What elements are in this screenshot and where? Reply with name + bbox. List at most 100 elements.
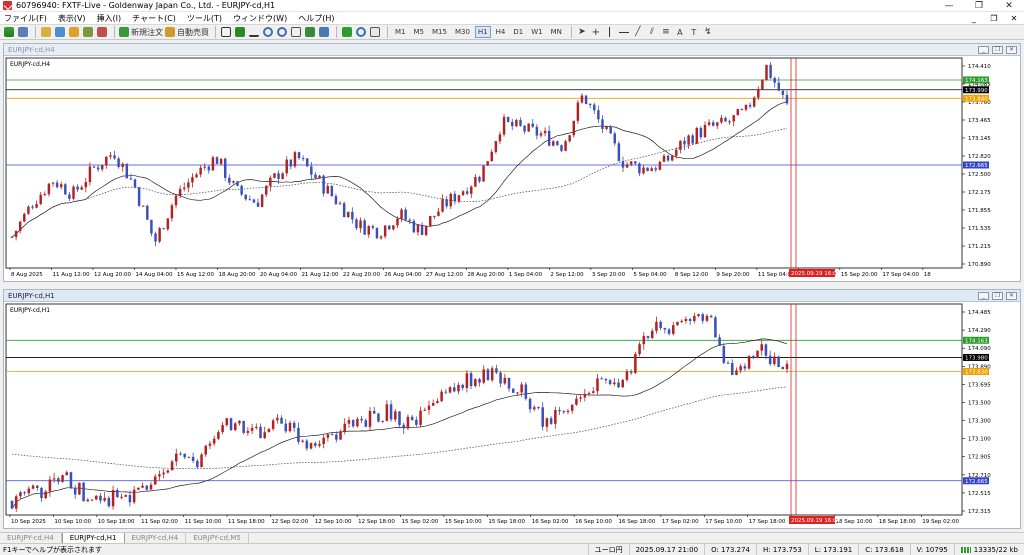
auto-trading-button[interactable]: 自動売買: [165, 26, 209, 38]
text-tool-button[interactable]: A: [674, 26, 686, 38]
timeframe-h4[interactable]: H4: [493, 26, 509, 38]
candle-body: [187, 456, 191, 458]
menu-file[interactable]: ファイル(F): [4, 13, 47, 24]
x-tick-label: 1 Sep 04:00: [509, 272, 543, 278]
candle-body: [267, 428, 271, 433]
chart-tab-active[interactable]: EURJPY-cd,H1: [61, 533, 125, 543]
candle-body: [444, 391, 448, 393]
candle-body: [769, 64, 772, 78]
timeframe-m1[interactable]: M1: [392, 26, 409, 38]
candle-body: [777, 82, 781, 91]
candle-body: [128, 495, 132, 503]
close-button[interactable]: ✕: [994, 0, 1024, 12]
candle-body: [735, 370, 738, 375]
candle-body: [516, 392, 519, 394]
window-controls: — ❐ ✕: [934, 0, 1024, 12]
profiles-button[interactable]: [17, 26, 29, 38]
menu-tools[interactable]: ツール(T): [187, 13, 222, 24]
horizontal-line-tool-button[interactable]: [618, 26, 630, 38]
arrows-tool-button[interactable]: ↯: [702, 26, 714, 38]
y-tick-label: 174.290: [968, 328, 991, 334]
menu-chart[interactable]: チャート(C): [132, 13, 176, 24]
fibonacci-tool-button[interactable]: ≡: [660, 26, 672, 38]
label-tool-button[interactable]: T: [688, 26, 700, 38]
menu-help[interactable]: ヘルプ(H): [298, 13, 334, 24]
line-chart-button[interactable]: [248, 26, 260, 38]
mdi-minimize-button[interactable]: _: [964, 14, 984, 23]
bar-chart-button[interactable]: [220, 26, 232, 38]
chart-window-h4[interactable]: EURJPY-cd,H4 _ ❐ ✕ EURJPY-cd,H4 174.410 17…: [3, 43, 1021, 282]
indicators-button[interactable]: [341, 26, 353, 38]
chart-window-titlebar[interactable]: EURJPY-cd,H4 _ ❐ ✕: [4, 44, 1020, 56]
candle-body: [228, 177, 231, 183]
menu-insert[interactable]: 挿入(I): [97, 13, 122, 24]
chart-window-titlebar[interactable]: EURJPY-cd,H1 _ ❐ ✕: [4, 290, 1020, 302]
vertical-line-tool-button[interactable]: [604, 26, 616, 38]
crosshair-tool-button[interactable]: +: [590, 26, 602, 38]
zoom-in-button[interactable]: [262, 26, 274, 38]
candle-body: [461, 191, 465, 196]
x-tick-label: 9 Sep 20:00: [716, 272, 750, 278]
zoom-out-button[interactable]: [276, 26, 288, 38]
price-label: 173.840: [965, 96, 988, 102]
chart-close-button[interactable]: ✕: [1006, 45, 1017, 54]
trendline-tool-button[interactable]: ╱: [632, 26, 644, 38]
chart-minimize-button[interactable]: _: [978, 291, 989, 300]
templates-button[interactable]: [369, 26, 381, 38]
candle-body: [499, 372, 502, 384]
cursor-tool-button[interactable]: ➤: [576, 26, 588, 38]
candle-body: [284, 423, 288, 432]
tile-windows-button[interactable]: [290, 26, 302, 38]
toolbar-separator: [387, 26, 388, 38]
candle-body: [764, 344, 768, 356]
timeframe-d1[interactable]: D1: [510, 26, 526, 38]
timeframe-h1[interactable]: H1: [474, 26, 491, 38]
timeframe-w1[interactable]: W1: [528, 26, 545, 38]
autoscroll-button[interactable]: [304, 26, 316, 38]
candle-body: [531, 123, 534, 127]
candlestick-chart-h1[interactable]: EURJPY-cd,H1 174.485174.290174.090173.890…: [4, 302, 1020, 528]
data-window-button[interactable]: [54, 26, 66, 38]
candle-body: [494, 141, 498, 152]
maximize-button[interactable]: ❐: [964, 0, 994, 12]
new-chart-button[interactable]: [3, 26, 15, 38]
minimize-button[interactable]: —: [934, 0, 964, 12]
candle-body: [215, 157, 219, 164]
chart-restore-button[interactable]: ❐: [992, 45, 1003, 54]
chart-shift-button[interactable]: [318, 26, 330, 38]
periods-button[interactable]: [355, 26, 367, 38]
timeframe-mn[interactable]: MN: [548, 26, 565, 38]
tester-button[interactable]: [96, 26, 108, 38]
chart-minimize-button[interactable]: _: [978, 45, 989, 54]
terminal-button[interactable]: [82, 26, 94, 38]
candle-body: [503, 377, 507, 384]
market-watch-button[interactable]: [40, 26, 52, 38]
navigator-button[interactable]: [68, 26, 80, 38]
candle-body: [655, 321, 658, 331]
channel-tool-button[interactable]: ⫽: [646, 26, 658, 38]
candle-body: [597, 110, 600, 120]
terminal-icon: [83, 27, 93, 37]
chart-tab[interactable]: EURJPY-cd,H4: [125, 533, 187, 543]
chart-close-button[interactable]: ✕: [1006, 291, 1017, 300]
candle-body: [27, 488, 31, 494]
mdi-close-button[interactable]: ✕: [1004, 14, 1024, 23]
timeframe-m15[interactable]: M15: [429, 26, 450, 38]
new-order-button[interactable]: 新規注文: [119, 26, 163, 38]
price-label: 173.830: [965, 370, 988, 376]
candle-chart-button[interactable]: [234, 26, 246, 38]
chart-restore-button[interactable]: ❐: [992, 291, 1003, 300]
timeframe-m30[interactable]: M30: [452, 26, 473, 38]
candle-body: [433, 215, 436, 217]
candle-body: [703, 124, 707, 138]
menu-window[interactable]: ウィンドウ(W): [233, 13, 287, 24]
menu-view[interactable]: 表示(V): [58, 13, 86, 24]
candle-body: [568, 135, 571, 142]
candlestick-chart-h4[interactable]: EURJPY-cd,H4 174.410174.085173.760173.465…: [4, 56, 1020, 281]
candle-body: [549, 418, 553, 424]
chart-tab[interactable]: EURJPY-cd,H4: [0, 533, 62, 543]
mdi-restore-button[interactable]: ❐: [984, 14, 1004, 23]
chart-window-h1[interactable]: EURJPY-cd,H1 _ ❐ ✕ EURJPY-cd,H1 174.485 17…: [3, 289, 1021, 529]
timeframe-m5[interactable]: M5: [411, 26, 428, 38]
chart-tab[interactable]: EURJPY-cd,M5: [186, 533, 249, 543]
